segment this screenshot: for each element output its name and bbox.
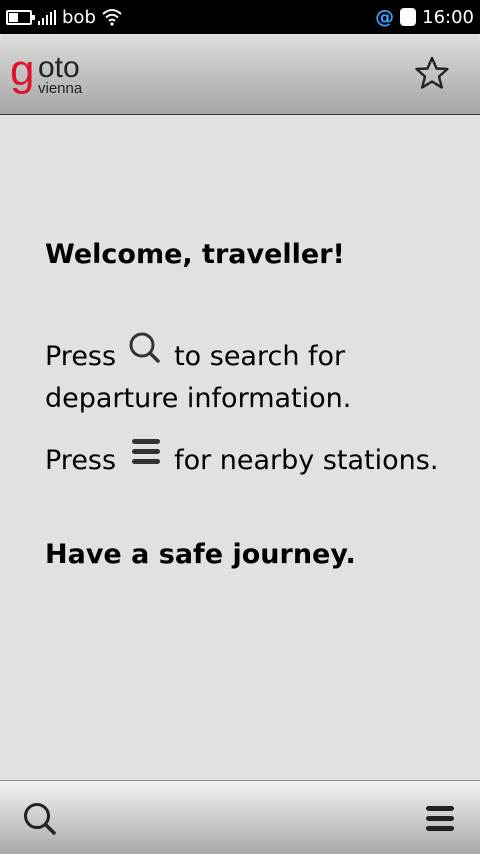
app-logo: g oto vienna [10, 49, 100, 99]
menu-icon [426, 806, 454, 831]
nearby-hint-suffix: for nearby stations. [174, 444, 439, 476]
nearby-hint: Press for nearby stations. [45, 439, 439, 477]
nearby-stations-button[interactable] [420, 799, 460, 839]
status-bar: bob @ 16:00 [0, 0, 480, 34]
logo-subtitle: vienna [38, 80, 83, 97]
search-hint-prefix: Press [45, 340, 117, 372]
search-button[interactable] [20, 799, 60, 839]
search-icon [129, 332, 160, 363]
logo-text: oto [38, 51, 80, 84]
search-hint-suffix: to search for [174, 340, 346, 372]
logo-letter-g: g [10, 46, 35, 95]
app-header: g oto vienna [0, 35, 480, 115]
at-icon: @ [375, 6, 395, 28]
star-icon [415, 56, 449, 89]
search-hint-continued: departure information. [45, 383, 352, 414]
status-left: bob [6, 0, 122, 34]
search-icon [24, 803, 56, 835]
closing-message: Have a safe journey. [45, 539, 356, 570]
welcome-title: Welcome, traveller! [45, 239, 345, 270]
favorites-button[interactable] [414, 55, 450, 91]
menu-icon [132, 439, 161, 464]
signal-icon [38, 9, 56, 25]
bottom-toolbar [0, 780, 480, 854]
battery-icon [6, 9, 35, 25]
nfc-icon [400, 8, 417, 26]
clock: 16:00 [422, 6, 474, 28]
carrier-name: bob [62, 6, 96, 28]
search-hint: Press to search for [45, 332, 346, 373]
status-right: @ 16:00 [375, 0, 474, 34]
nearby-hint-prefix: Press [45, 444, 117, 476]
wifi-icon [102, 9, 122, 26]
